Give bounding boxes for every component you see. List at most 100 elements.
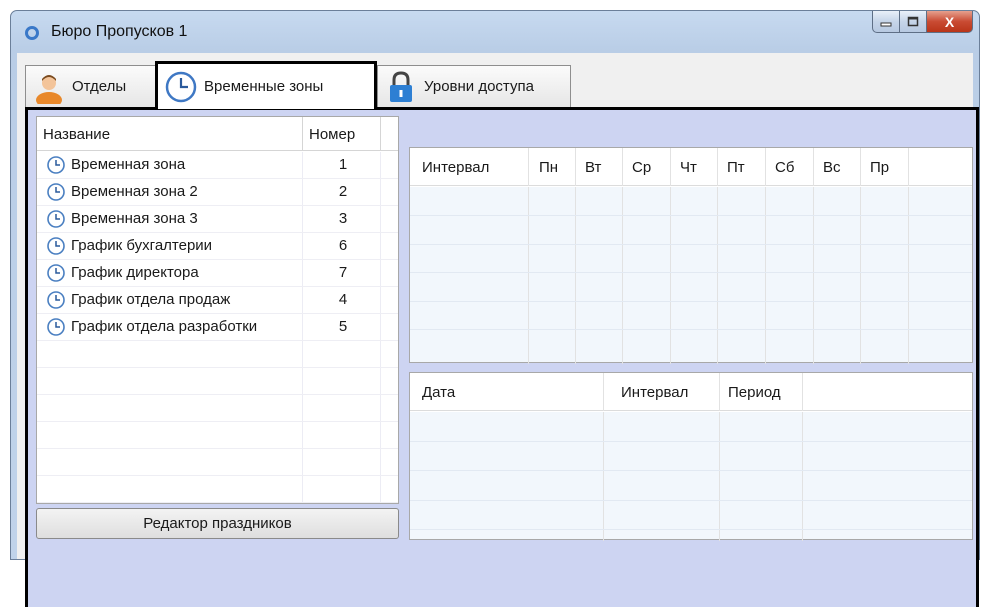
column-header-sat[interactable]: Сб — [775, 159, 794, 176]
column-header-period[interactable]: Период — [728, 384, 781, 401]
row-divider — [410, 215, 972, 216]
column-divider — [302, 117, 303, 150]
list-item[interactable]: Временная зона 3 3 — [37, 206, 398, 233]
zone-number: 2 — [338, 183, 348, 200]
clock-icon — [47, 318, 65, 336]
zone-number: 7 — [338, 264, 348, 281]
zone-number: 5 — [338, 318, 348, 335]
column-divider — [813, 148, 814, 186]
tab-label: Уровни доступа — [424, 78, 534, 95]
zone-number: 4 — [338, 291, 348, 308]
zone-number: 3 — [338, 210, 348, 227]
date-grid-header: Дата Интервал Период — [410, 373, 972, 411]
empty-row — [37, 476, 398, 503]
column-divider — [908, 148, 909, 186]
column-header-thu[interactable]: Чт — [680, 159, 697, 176]
column-divider — [622, 148, 623, 186]
column-divider — [670, 148, 671, 186]
column-divider — [528, 187, 529, 364]
column-divider — [670, 187, 671, 364]
column-divider — [575, 187, 576, 364]
tab-access-levels[interactable]: Уровни доступа — [377, 65, 571, 107]
column-divider — [380, 117, 381, 150]
column-header-number[interactable]: Номер — [309, 126, 355, 143]
column-header-name[interactable]: Название — [43, 126, 110, 143]
title-bar[interactable]: Бюро Пропусков 1 X — [11, 11, 979, 53]
date-grid[interactable]: Дата Интервал Период — [409, 372, 973, 541]
row-divider — [410, 500, 972, 501]
client-area: Отделы Временные зоны Уровни доступа Наз… — [17, 53, 979, 607]
clock-icon — [47, 210, 65, 228]
maximize-icon — [907, 16, 919, 27]
user-icon — [36, 74, 62, 104]
clock-icon — [165, 71, 197, 102]
column-divider — [765, 187, 766, 364]
tab-content-panel: Название Номер Временная зона 1 Временна… — [25, 107, 979, 607]
empty-row — [37, 422, 398, 449]
column-divider — [717, 148, 718, 186]
column-header-interval[interactable]: Интервал — [422, 159, 489, 176]
window-title: Бюро Пропусков 1 — [51, 23, 188, 40]
column-divider — [603, 373, 604, 411]
app-icon — [25, 26, 39, 40]
lock-icon — [390, 70, 412, 102]
close-button[interactable]: X — [927, 11, 973, 33]
column-header-mon[interactable]: Пн — [539, 159, 558, 176]
clock-icon — [47, 183, 65, 201]
zone-number: 6 — [338, 237, 348, 254]
window-controls: X — [872, 11, 973, 33]
row-divider — [410, 272, 972, 273]
column-header-sun[interactable]: Вс — [823, 159, 841, 176]
empty-row — [37, 449, 398, 476]
zone-name: Временная зона 2 — [71, 183, 198, 200]
column-header-wed[interactable]: Ср — [632, 159, 651, 176]
list-item[interactable]: График бухгалтерии 6 — [37, 233, 398, 260]
clock-icon — [47, 264, 65, 282]
list-rows: Временная зона 1 Временная зона 2 2 Врем… — [37, 152, 398, 503]
column-divider — [575, 148, 576, 186]
interval-grid-header: Интервал Пн Вт Ср Чт Пт Сб Вс Пр — [410, 148, 972, 186]
tab-time-zones[interactable]: Временные зоны — [155, 61, 377, 109]
row-divider — [410, 301, 972, 302]
maximize-button[interactable] — [900, 11, 927, 33]
interval-grid[interactable]: Интервал Пн Вт Ср Чт Пт Сб Вс Пр — [409, 147, 973, 364]
column-divider — [719, 373, 720, 411]
column-divider — [802, 373, 803, 411]
row-divider — [410, 329, 972, 330]
list-header: Название Номер — [37, 117, 398, 151]
column-header-tue[interactable]: Вт — [585, 159, 601, 176]
clock-icon — [47, 237, 65, 255]
column-header-holiday[interactable]: Пр — [870, 159, 889, 176]
date-grid-body — [410, 412, 972, 541]
holiday-editor-button[interactable]: Редактор праздников — [36, 508, 399, 539]
empty-row — [37, 341, 398, 368]
column-divider — [860, 148, 861, 186]
column-divider — [603, 412, 604, 541]
list-item[interactable]: Временная зона 2 2 — [37, 179, 398, 206]
column-divider — [860, 187, 861, 364]
list-item[interactable]: Временная зона 1 — [37, 152, 398, 179]
minimize-button[interactable] — [872, 11, 900, 33]
list-item[interactable]: График директора 7 — [37, 260, 398, 287]
app-window: Бюро Пропусков 1 X Отделы Временные зоны… — [10, 10, 980, 607]
column-divider — [908, 187, 909, 364]
zone-name: График отдела продаж — [71, 291, 231, 308]
clock-icon — [47, 291, 65, 309]
zone-name: Временная зона 3 — [71, 210, 198, 227]
column-divider — [717, 187, 718, 364]
tab-label: Отделы — [72, 78, 127, 95]
zone-name: График бухгалтерии — [71, 237, 213, 254]
column-header-date[interactable]: Дата — [422, 384, 455, 401]
column-header-interval[interactable]: Интервал — [621, 384, 688, 401]
column-header-fri[interactable]: Пт — [727, 159, 745, 176]
time-zones-list[interactable]: Название Номер Временная зона 1 Временна… — [36, 116, 399, 504]
row-divider — [410, 441, 972, 442]
column-divider — [765, 148, 766, 186]
tab-departments[interactable]: Отделы — [25, 65, 157, 107]
zone-name: График директора — [71, 264, 199, 281]
list-item[interactable]: График отдела продаж 4 — [37, 287, 398, 314]
row-divider — [410, 470, 972, 471]
minimize-icon — [880, 22, 892, 26]
interval-grid-body — [410, 187, 972, 364]
list-item[interactable]: График отдела разработки 5 — [37, 314, 398, 341]
